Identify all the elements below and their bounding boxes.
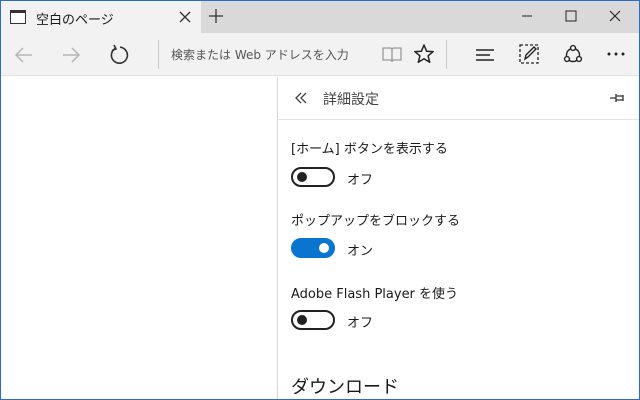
back-arrow-icon[interactable] <box>12 43 36 67</box>
setting-label-home-button: [ホーム] ボタンを表示する <box>291 142 448 157</box>
navigation-bar: 検索または Web アドレスを入力 <box>0 33 640 76</box>
close-window-icon[interactable] <box>605 6 625 26</box>
toggle-knob <box>319 243 329 253</box>
panel-header: 詳細設定 <box>278 77 640 120</box>
toggle-flash-player[interactable] <box>291 310 335 330</box>
toggle-knob <box>297 315 307 325</box>
toggle-popup-block[interactable] <box>291 238 335 258</box>
nav-divider <box>158 40 159 69</box>
setting-label-flash-player: Adobe Flash Player を使う <box>291 287 459 302</box>
toggle-state-home-button: オフ <box>347 173 374 188</box>
pin-icon[interactable] <box>608 89 626 107</box>
page-content[interactable] <box>1 77 278 399</box>
forward-arrow-icon[interactable] <box>59 43 83 67</box>
page-icon <box>10 10 26 24</box>
minimize-icon[interactable] <box>517 6 537 26</box>
reading-view-icon[interactable] <box>380 43 404 67</box>
hub-icon[interactable] <box>473 43 497 67</box>
title-bar: 空白のページ <box>0 0 640 33</box>
more-actions-icon[interactable] <box>604 42 628 66</box>
tab-title: 空白のページ <box>36 13 114 28</box>
toggle-state-flash-player: オフ <box>347 316 374 331</box>
panel-back-icon[interactable] <box>292 89 310 107</box>
tab-close-icon[interactable] <box>177 9 193 25</box>
toggle-state-popup-block: オン <box>347 244 374 259</box>
advanced-settings-panel: 詳細設定 [ホーム] ボタンを表示する オフ ポップアップをブロックする オン … <box>277 77 640 399</box>
toggle-home-button[interactable] <box>291 167 335 187</box>
maximize-icon[interactable] <box>561 6 581 26</box>
web-note-icon[interactable] <box>517 42 541 66</box>
section-heading-downloads: ダウンロード <box>291 377 399 398</box>
new-tab-icon[interactable] <box>206 6 226 26</box>
panel-title: 詳細設定 <box>323 92 379 108</box>
toggle-knob <box>297 172 307 182</box>
favorite-star-icon[interactable] <box>412 42 436 66</box>
setting-label-popup-block: ポップアップをブロックする <box>291 214 461 229</box>
browser-tab[interactable]: 空白のページ <box>1 1 201 33</box>
nav-divider <box>446 40 447 69</box>
refresh-icon[interactable] <box>107 43 131 67</box>
share-icon[interactable] <box>561 42 585 66</box>
address-bar[interactable]: 検索または Web アドレスを入力 <box>171 46 349 63</box>
